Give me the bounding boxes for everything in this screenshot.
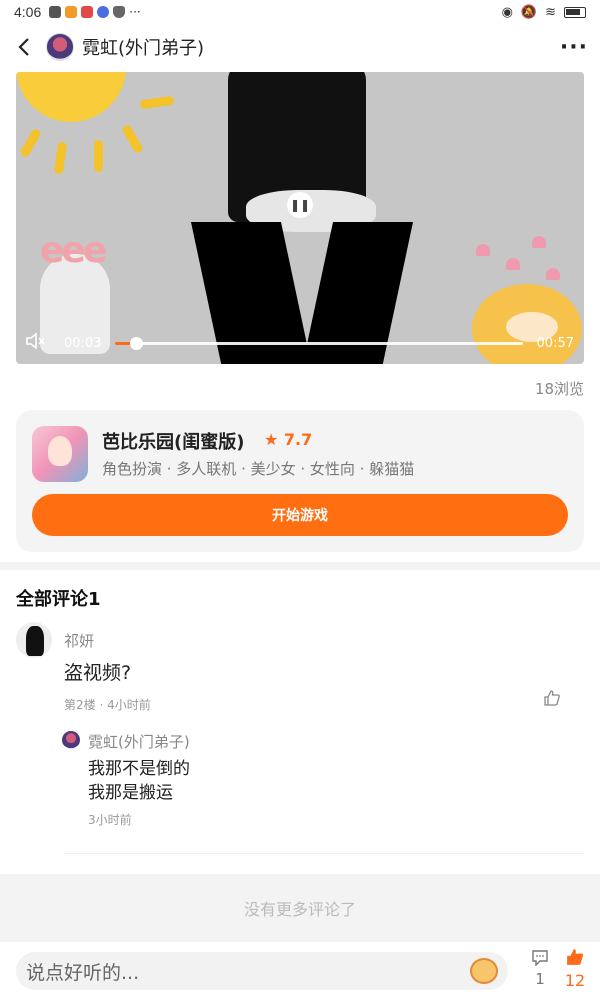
star-icon: ★	[264, 430, 279, 449]
back-button[interactable]	[12, 31, 36, 63]
wifi-icon: ≋	[545, 4, 556, 20]
like-button[interactable]: 12	[560, 948, 590, 990]
sun-ray	[94, 140, 103, 172]
notification-icons: ···	[49, 5, 141, 19]
app-blue-icon	[97, 6, 110, 18]
app-red-icon	[81, 6, 94, 18]
start-game-button[interactable]: 开始游戏	[32, 494, 568, 536]
comments-title: 全部评论1	[16, 589, 101, 610]
author-name[interactable]: 霓虹(外门弟子)	[82, 34, 204, 60]
current-time: 00:03	[64, 335, 102, 351]
system-icons: ◉ 🔕 ≋	[502, 5, 586, 20]
pause-button[interactable]: ❚❚	[287, 192, 313, 218]
reply-text-line-1[interactable]: 我那不是倒的	[88, 754, 190, 779]
comment-like-button[interactable]	[544, 690, 560, 710]
video-player[interactable]: eee ❚❚ 00:03 00:57	[16, 72, 584, 364]
commenter-name[interactable]: 祁妍	[64, 630, 94, 651]
comment-bubble-icon	[528, 950, 552, 970]
thumbs-up-icon	[544, 690, 560, 706]
heart-sticker	[546, 268, 560, 280]
app-orange-icon	[65, 6, 78, 18]
duration: 00:57	[536, 335, 574, 351]
emoji-icon[interactable]	[470, 958, 498, 984]
eye-icon: ◉	[501, 4, 513, 20]
status-bar: 4:06 ··· ◉ 🔕 ≋	[0, 0, 600, 24]
sun-ray	[121, 123, 144, 155]
progress-bar[interactable]	[115, 336, 523, 350]
like-count: 12	[564, 971, 586, 990]
comment-meta: 第2楼 · 4小时前	[64, 698, 151, 712]
view-count: 18浏览	[534, 380, 584, 398]
sun-ray	[139, 95, 175, 110]
battery-icon	[564, 6, 586, 18]
comment-text[interactable]: 盗视频?	[64, 658, 131, 685]
status-time: 4:06	[14, 4, 42, 20]
sun-ray	[53, 141, 68, 175]
reply-meta: 3小时前	[88, 813, 132, 827]
pause-icon: ❚❚	[289, 198, 311, 212]
shield-icon	[113, 6, 126, 18]
progress-handle[interactable]	[129, 336, 143, 350]
no-more-comments: 没有更多评论了	[0, 874, 600, 942]
heart-sticker	[476, 244, 490, 256]
more-button[interactable]: ···	[560, 35, 588, 60]
author-avatar[interactable]	[46, 33, 74, 61]
reply-text-line-2[interactable]: 我那是搬运	[88, 778, 173, 803]
comment-divider	[64, 853, 584, 854]
game-icon[interactable]	[32, 426, 88, 482]
eee-sticker: eee	[40, 230, 107, 271]
wechat-icon	[49, 6, 62, 18]
sun-sticker	[16, 72, 126, 122]
more-dots-icon: ···	[559, 34, 588, 60]
game-rating: ★ 7.7	[264, 430, 312, 449]
comment-count: 1	[535, 970, 545, 988]
game-card[interactable]: 芭比乐园(闺蜜版) ★ 7.7 角色扮演 · 多人联机 · 美少女 · 女性向 …	[16, 410, 584, 552]
mute-bell-icon: 🔕	[520, 4, 538, 20]
heart-sticker	[506, 258, 520, 270]
overflow-dots-icon: ···	[129, 5, 141, 19]
comment-count-button[interactable]: 1	[528, 950, 552, 988]
reply-avatar[interactable]	[62, 731, 80, 749]
reply-author[interactable]: 霓虹(外门弟子)	[88, 731, 190, 752]
game-tags: 角色扮演 · 多人联机 · 美少女 · 女性向 · 躲猫猫	[102, 460, 415, 478]
video-controls: 00:03 00:57	[16, 328, 584, 358]
game-title[interactable]: 芭比乐园(闺蜜版)	[102, 428, 244, 454]
top-header: 霓虹(外门弟子) ···	[0, 26, 600, 68]
sun-ray	[19, 127, 42, 159]
section-divider	[0, 562, 600, 570]
mute-icon[interactable]	[26, 332, 48, 353]
bottom-bar: 说点好听的... 1 12	[0, 942, 600, 1000]
rating-value: 7.7	[283, 430, 313, 449]
chevron-left-icon	[18, 38, 29, 56]
commenter-avatar[interactable]	[16, 622, 52, 658]
comment-input[interactable]: 说点好听的...	[16, 952, 508, 990]
thumbs-up-filled-icon	[560, 948, 590, 971]
heart-sticker	[532, 236, 546, 248]
